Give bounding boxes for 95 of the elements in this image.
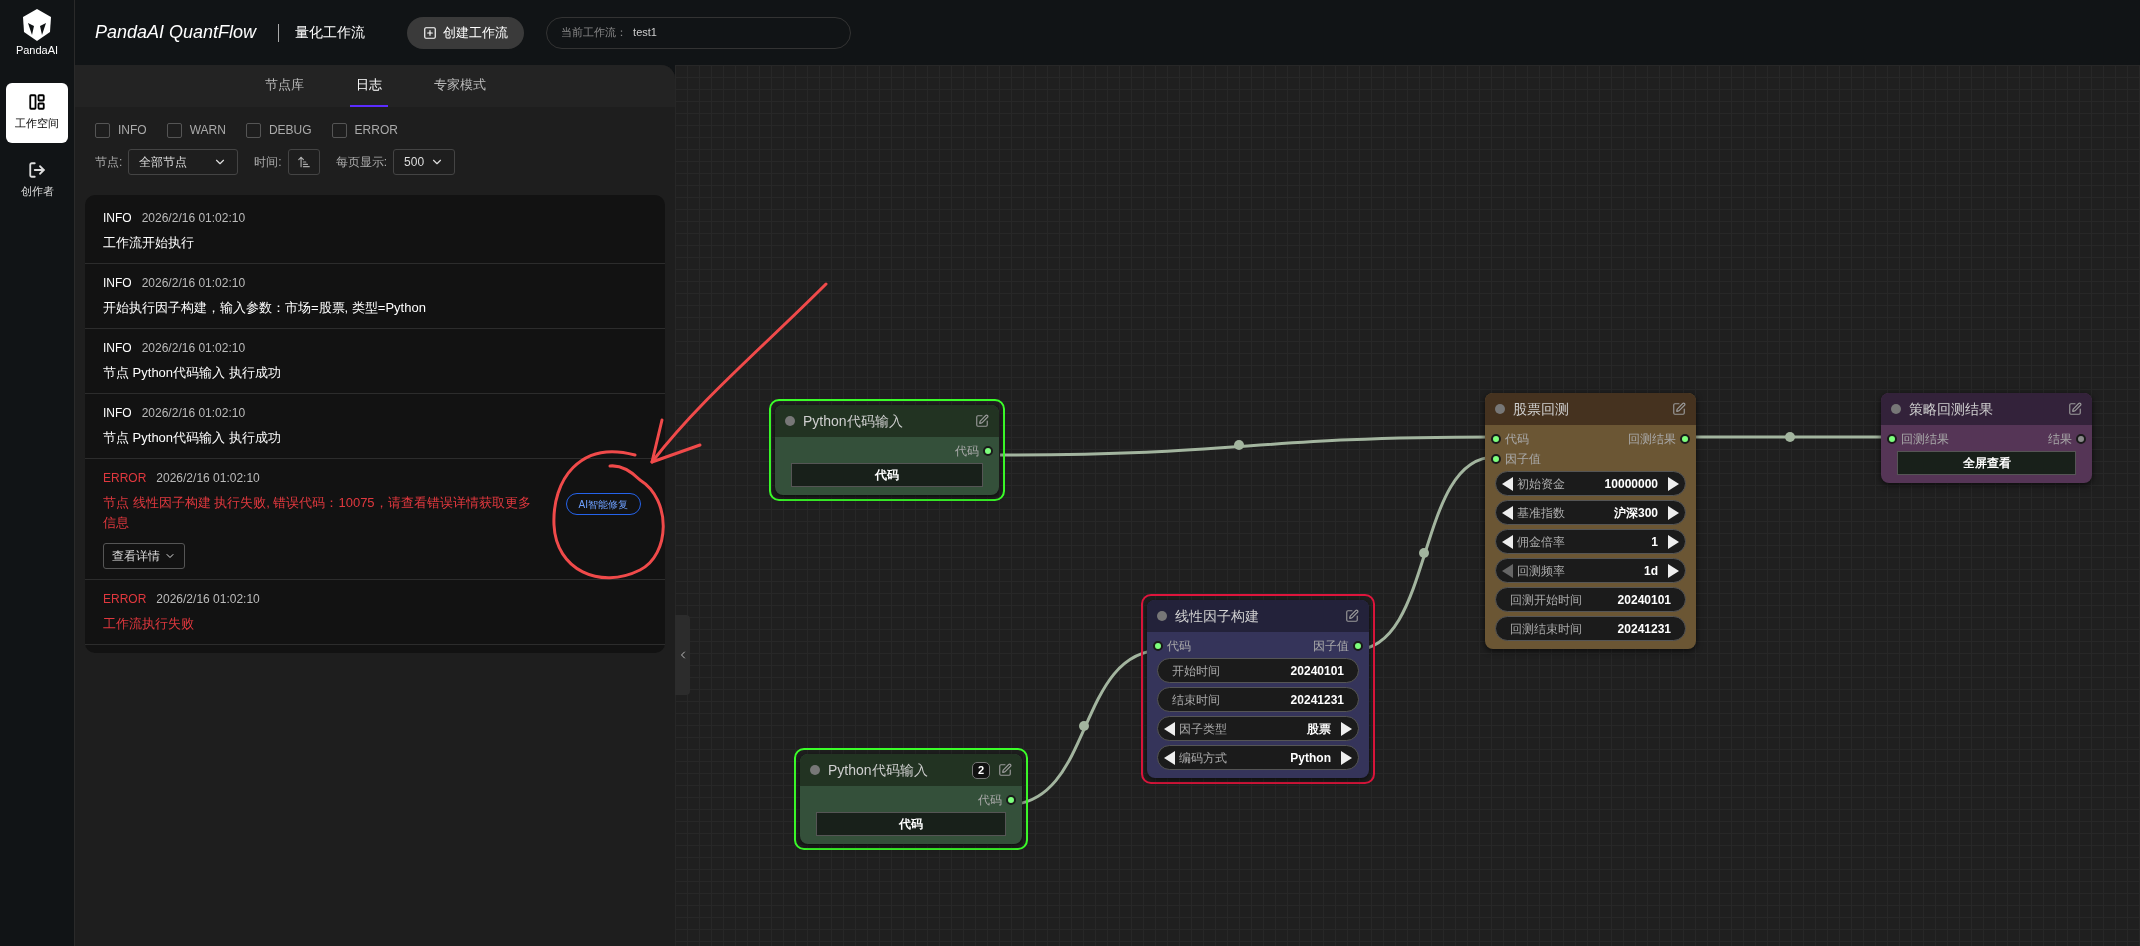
param-stepper[interactable]: 编码方式 Python xyxy=(1157,745,1359,770)
filter-label: WARN xyxy=(189,122,226,139)
collapse-handle[interactable] xyxy=(675,615,690,695)
node-card[interactable]: 股票回测 代码 回测结果 因子值 初始资金 10000000 基准指数 沪深300 佣金倍率 1 回测频率 1d 回测开始时间 20240101 回测结束时间 20241231 xyxy=(1485,393,1696,649)
log-time: 2026/2/16 01:02:10 xyxy=(141,405,246,422)
code-button[interactable]: 全屏查看 xyxy=(1897,451,2076,475)
node-card[interactable]: Python代码输入 代码 代码 xyxy=(775,405,999,495)
code-button[interactable]: 代码 xyxy=(816,812,1006,836)
filter-checkbox[interactable] xyxy=(166,122,182,138)
count-badge: 2 xyxy=(971,761,990,779)
sidebar-item[interactable]: 创作者 xyxy=(6,150,68,211)
log-message: 节点 Python代码输入 执行成功 xyxy=(103,429,282,447)
node-select[interactable]: 全部节点 xyxy=(128,149,239,175)
edit-icon[interactable] xyxy=(1672,402,1686,416)
port-label: 代码 xyxy=(1167,638,1191,655)
node-title: 股票回测 xyxy=(1513,399,1570,419)
panel-tab[interactable]: 专家模式 xyxy=(427,65,492,107)
param-stepper[interactable]: 基准指数 沪深300 xyxy=(1495,500,1686,525)
exit-icon xyxy=(28,161,46,180)
left-arrow-icon[interactable] xyxy=(1164,721,1175,736)
app-title: PandaAI QuantFlow xyxy=(95,21,257,44)
edit-icon[interactable] xyxy=(2068,402,2082,416)
right-arrow-icon[interactable] xyxy=(1668,534,1679,549)
log-message: 工作流开始执行 xyxy=(103,234,195,252)
log-message: 节点 Python代码输入 执行成功 xyxy=(103,364,282,382)
log-time: 2026/2/16 01:02:10 xyxy=(156,470,260,487)
node-title: Python代码输入 xyxy=(828,760,929,780)
log-time: 2026/2/16 01:02:10 xyxy=(141,340,246,357)
node-title: 线性因子构建 xyxy=(1175,606,1260,626)
right-arrow-icon[interactable] xyxy=(1341,750,1352,765)
port-label: 因子值 xyxy=(1313,638,1349,655)
edit-icon[interactable] xyxy=(998,763,1012,777)
panel-tab[interactable]: 日志 xyxy=(349,65,388,107)
left-arrow-icon[interactable] xyxy=(1502,476,1513,491)
logo-text: PandaAI xyxy=(15,43,59,58)
log-level: ERROR xyxy=(103,470,147,487)
log-level: INFO xyxy=(103,340,132,357)
layout-icon xyxy=(28,93,46,112)
plus-icon xyxy=(423,25,438,40)
param-stepper[interactable]: 因子类型 股票 xyxy=(1157,716,1359,741)
log-level: INFO xyxy=(103,210,132,227)
log-message: 开始执行因子构建，输入参数：市场=股票, 类型=Python xyxy=(103,299,427,317)
right-arrow-icon[interactable] xyxy=(1668,505,1679,520)
left-arrow-icon[interactable] xyxy=(1164,750,1175,765)
node-card[interactable]: 策略回测结果 回测结果 结果 全屏查看 xyxy=(1881,393,2092,483)
log-level: ERROR xyxy=(103,591,147,608)
edit-icon[interactable] xyxy=(1345,609,1359,623)
param-stepper[interactable]: 佣金倍率 1 xyxy=(1495,529,1686,554)
log-time: 2026/2/16 01:02:10 xyxy=(141,275,246,292)
node-card[interactable]: Python代码输入 2 代码 代码 xyxy=(800,754,1022,844)
port-label: 因子值 xyxy=(1505,451,1541,468)
log-message: 工作流执行失败 xyxy=(103,615,195,633)
create-workflow-button[interactable]: 创建工作流 xyxy=(407,16,525,49)
node-filter-label: 节点: xyxy=(95,154,123,171)
right-arrow-icon[interactable] xyxy=(1668,476,1679,491)
page-size-label: 每页显示: xyxy=(335,154,388,171)
log-level: INFO xyxy=(103,405,132,422)
port-label: 回测结果 xyxy=(1628,431,1676,448)
log-level: INFO xyxy=(103,275,132,292)
filter-label: DEBUG xyxy=(268,122,312,139)
panel-tab[interactable]: 节点库 xyxy=(258,65,310,107)
filter-checkbox[interactable] xyxy=(245,122,261,138)
param-stepper[interactable]: 初始资金 10000000 xyxy=(1495,471,1686,496)
filter-label: ERROR xyxy=(354,122,398,139)
details-button[interactable]: 查看详情 xyxy=(103,543,185,569)
filter-checkbox[interactable] xyxy=(331,122,347,138)
port-label: 代码 xyxy=(1505,431,1529,448)
log-time: 2026/2/16 01:02:10 xyxy=(156,591,260,608)
port-label: 代码 xyxy=(978,792,1002,809)
right-arrow-icon[interactable] xyxy=(1341,721,1352,736)
page-size-select[interactable]: 500 xyxy=(393,149,456,175)
time-label: 时间: xyxy=(254,154,282,171)
param-field[interactable]: 开始时间 20240101 xyxy=(1157,658,1359,683)
param-field[interactable]: 回测结束时间 20241231 xyxy=(1495,616,1686,641)
port-label: 结果 xyxy=(2048,431,2072,448)
port-label: 代码 xyxy=(955,443,979,460)
edit-icon[interactable] xyxy=(975,414,989,428)
code-button[interactable]: 代码 xyxy=(791,463,983,487)
sort-icon xyxy=(296,155,311,169)
log-message: 节点 线性因子构建 执行失败, 错误代码：10075，请查看错误详情获取更多信息 xyxy=(103,494,532,532)
sidebar-item[interactable]: 工作空间 xyxy=(6,82,68,143)
param-field[interactable]: 回测开始时间 20240101 xyxy=(1495,587,1686,612)
port-label: 回测结果 xyxy=(1901,431,1949,448)
log-time: 2026/2/16 01:02:10 xyxy=(141,210,246,227)
app-subtitle: 量化工作流 xyxy=(295,23,366,42)
node-title: 策略回测结果 xyxy=(1909,399,1994,419)
node-title: Python代码输入 xyxy=(803,411,904,431)
sort-button[interactable] xyxy=(287,149,320,175)
filter-label: INFO xyxy=(118,122,147,139)
left-arrow-icon[interactable] xyxy=(1502,505,1513,520)
panda-logo-icon xyxy=(20,8,54,42)
left-arrow-icon[interactable] xyxy=(1502,534,1513,549)
node-card[interactable]: 线性因子构建 代码 因子值 开始时间 20240101 结束时间 20241231 因子类型 股票 编码方式 Python xyxy=(1147,600,1369,778)
filter-checkbox[interactable] xyxy=(95,122,110,138)
param-field[interactable]: 结束时间 20241231 xyxy=(1157,687,1359,712)
